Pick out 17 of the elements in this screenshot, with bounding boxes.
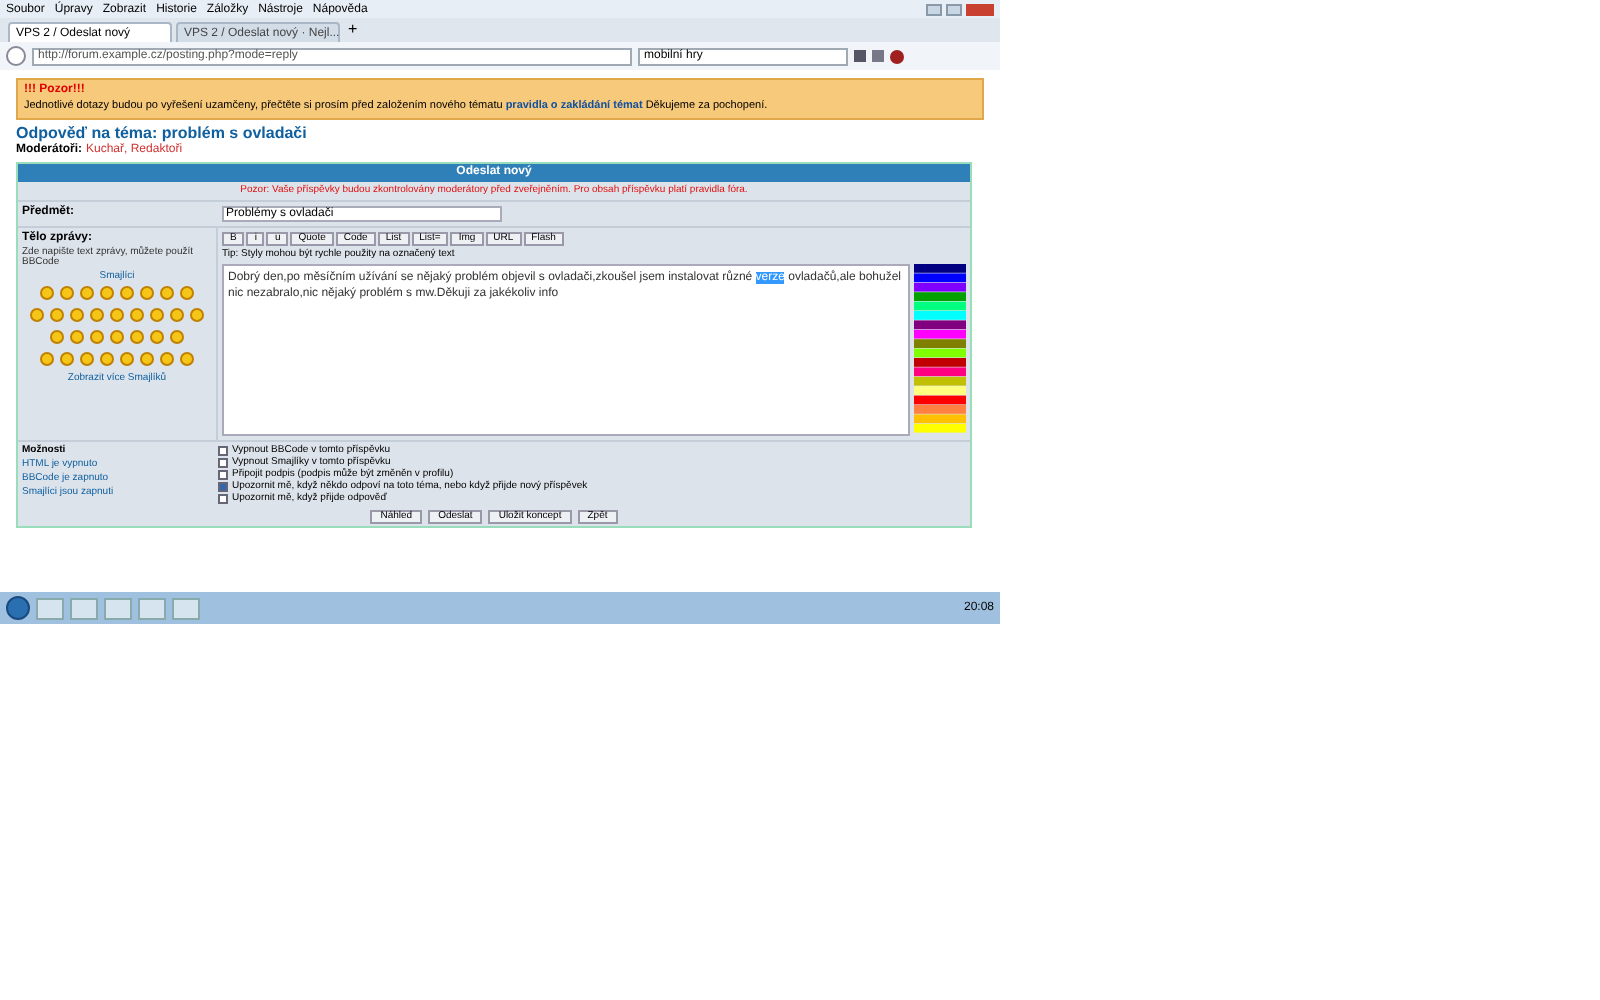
start-icon[interactable]	[6, 596, 30, 620]
checkbox[interactable]	[218, 457, 228, 467]
taskbar-app-icon[interactable]	[104, 597, 132, 619]
taskbar-app-icon[interactable]	[138, 597, 166, 619]
taskbar-app-icon[interactable]	[172, 597, 200, 619]
checkbox[interactable]	[218, 469, 228, 479]
color-palette-drawing[interactable]	[914, 263, 966, 435]
back-icon[interactable]	[6, 46, 26, 66]
checkbox[interactable]	[218, 493, 228, 503]
close-icon[interactable]	[966, 3, 994, 15]
maximize-icon[interactable]	[946, 3, 962, 15]
minimize-icon[interactable]	[926, 3, 942, 15]
checkbox[interactable]	[218, 481, 228, 491]
new-tab-icon[interactable]: +	[348, 22, 358, 38]
topic-title[interactable]: Odpověď na téma: problém s ovladači	[16, 125, 984, 141]
taskbar-app-icon[interactable]	[70, 597, 98, 619]
checkbox[interactable]	[218, 445, 228, 455]
